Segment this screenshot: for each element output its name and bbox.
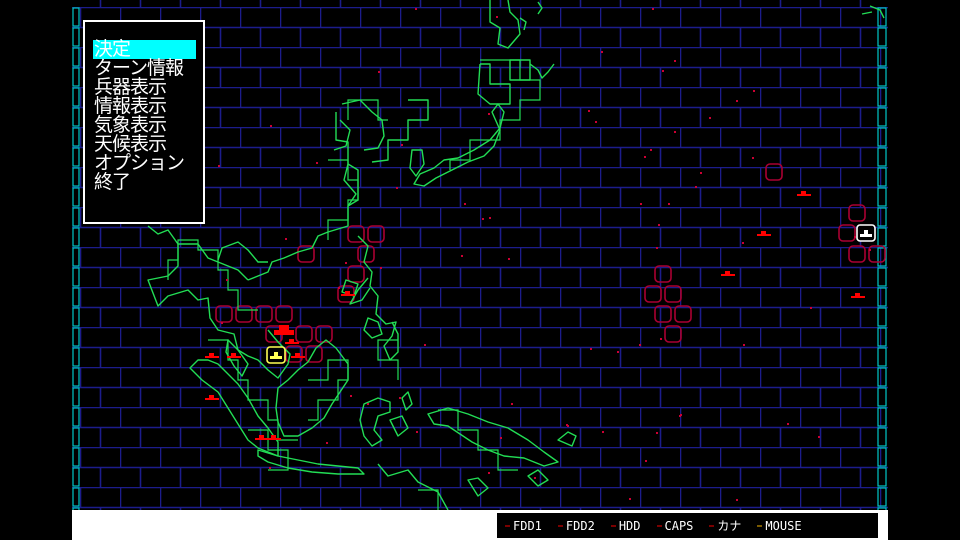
player-unit-selected[interactable] — [266, 346, 286, 364]
indicator-panel: FDD1 FDD2 HDD CAPS カナ MOUSE — [497, 513, 878, 538]
indicator-fdd2: FDD2 — [557, 519, 595, 533]
mouse-led-icon — [757, 524, 763, 527]
hdd-led-icon — [610, 524, 616, 527]
caps-led-icon — [656, 524, 662, 527]
command-menu: 決定 ターン情報 兵器表示 情報表示 気象表示 天候表示 オプション 終了 — [83, 20, 205, 224]
menu-item-quit[interactable]: 終了 — [94, 173, 203, 192]
kana-led-icon — [709, 524, 715, 527]
indicator-hdd: HDD — [610, 519, 641, 533]
indicator-mouse: MOUSE — [757, 519, 802, 533]
indicator-caps: CAPS — [656, 519, 693, 533]
player-unit-east[interactable] — [856, 224, 876, 242]
indicator-kana: カナ — [709, 517, 741, 534]
indicator-fdd1: FDD1 — [505, 519, 542, 533]
fdd1-led-icon — [505, 524, 510, 527]
fdd2-led-icon — [557, 524, 563, 527]
